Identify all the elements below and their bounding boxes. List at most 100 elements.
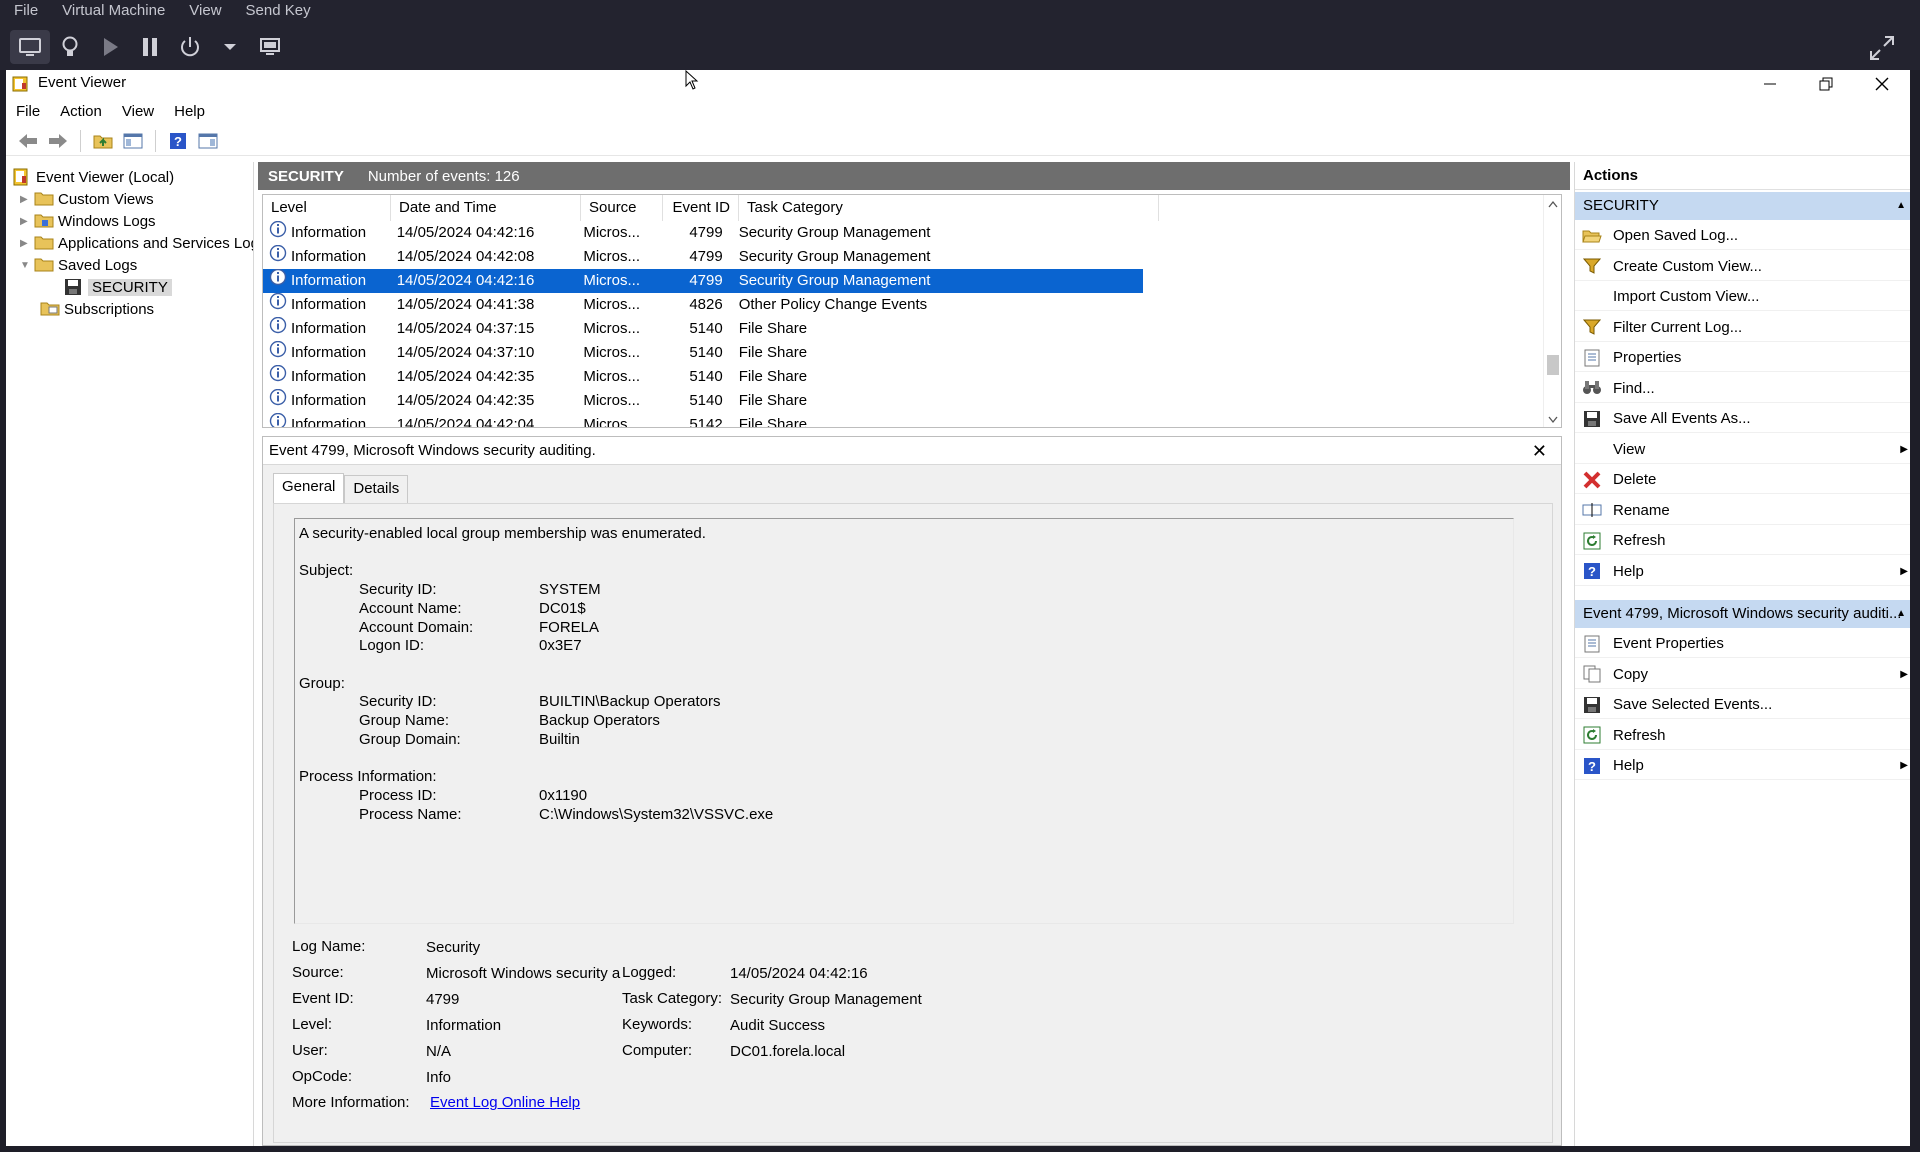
action-label: Delete [1613, 471, 1657, 488]
table-row[interactable]: Information 14/05/2024 04:37:15 Micros... 5… [263, 317, 1143, 341]
tree-item-subscriptions[interactable]: Subscriptions [40, 298, 154, 320]
description-intro: A security-enabled local group membershi… [299, 525, 706, 542]
minimize-button[interactable] [1742, 70, 1798, 98]
vm-host-bar: File Virtual Machine View Send Key [0, 0, 1920, 70]
table-row[interactable]: Information 14/05/2024 04:42:08 Micros... 4… [263, 245, 1143, 269]
table-row[interactable]: Information 14/05/2024 04:41:38 Micros... 4… [263, 293, 1143, 317]
restore-button[interactable] [1798, 70, 1854, 98]
show-hide-tree-icon[interactable] [119, 128, 147, 154]
table-row[interactable]: Information 14/05/2024 04:42:04 Micros... 5… [263, 413, 1143, 428]
subject-field: Logon ID: 0x3E7 [359, 637, 582, 655]
action-view[interactable]: View ▶ [1575, 436, 1910, 464]
column-event-id[interactable]: Event ID [663, 195, 739, 221]
menu-action[interactable]: Action [50, 100, 112, 124]
tree-item-applications-and-services-logs[interactable]: ▶ Applications and Services Logs [20, 232, 253, 254]
action-find[interactable]: Find... [1575, 375, 1910, 403]
table-row[interactable]: Information 14/05/2024 04:37:10 Micros... 5… [263, 341, 1143, 365]
actions-section-security[interactable]: SECURITY ▲ [1575, 192, 1910, 220]
table-row[interactable]: Information 14/05/2024 04:42:16 Micros... 4… [263, 269, 1143, 293]
action-label: Help [1613, 562, 1644, 580]
close-button[interactable] [1854, 70, 1910, 98]
toolbar: ? [6, 126, 1910, 156]
detail-title: Event 4799, Microsoft Windows security a… [269, 442, 596, 459]
vm-toolbar [10, 30, 290, 64]
action-import-custom-view[interactable]: Import Custom View... [1575, 283, 1910, 311]
tree-item-event-viewer-local[interactable]: Event Viewer (Local) [12, 166, 174, 188]
up-folder-icon[interactable] [89, 128, 117, 154]
vm-menu-view[interactable]: View [175, 0, 231, 22]
action-delete[interactable]: Delete [1575, 466, 1910, 494]
log-name: SECURITY [268, 167, 344, 185]
menu-view[interactable]: View [112, 100, 164, 124]
vm-menu-file[interactable]: File [0, 0, 48, 22]
table-row[interactable]: Information 14/05/2024 04:42:35 Micros... 5… [263, 365, 1143, 389]
horizontal-scrollbar[interactable] [6, 1138, 1566, 1146]
event-count: Number of events: 126 [367, 167, 520, 185]
column-source[interactable]: Source [581, 195, 663, 221]
vm-menu-virtual-machine[interactable]: Virtual Machine [48, 0, 175, 22]
close-icon[interactable]: ✕ [1532, 441, 1547, 462]
play-icon[interactable] [90, 30, 130, 64]
column-date-time[interactable]: Date and Time [391, 195, 581, 221]
tab-details[interactable]: Details [344, 475, 409, 503]
action-event-properties[interactable]: Event Properties [1575, 630, 1910, 658]
cell-task-category: Other Policy Change Events [738, 296, 928, 313]
action-label: Save All Events As... [1613, 410, 1751, 427]
show-hide-action-pane-icon[interactable] [194, 128, 222, 154]
chevron-down-icon[interactable]: ▼ [20, 260, 34, 271]
event-viewer-app-icon [12, 76, 28, 92]
menu-help[interactable]: Help [164, 100, 215, 124]
action-filter-current-log[interactable]: Filter Current Log... [1575, 314, 1910, 342]
column-level[interactable]: Level [263, 195, 391, 221]
screens-icon[interactable] [250, 30, 290, 64]
vm-menu-send-key[interactable]: Send Key [232, 0, 321, 22]
pause-icon[interactable] [130, 30, 170, 64]
table-row[interactable]: Information 14/05/2024 04:42:35 Micros... 5… [263, 389, 1143, 413]
table-row[interactable]: Information 14/05/2024 04:42:16 Micros... 4… [263, 221, 1143, 245]
action-save-selected-events[interactable]: Save Selected Events... [1575, 691, 1910, 719]
action-help[interactable]: ? Help ▶ [1575, 558, 1910, 586]
tree-item-custom-views[interactable]: ▶ Custom Views [20, 188, 154, 210]
cell-event-id: 5142 [689, 416, 723, 428]
help-icon: ? [1581, 756, 1603, 776]
tree-item-security-log[interactable]: SECURITY [64, 276, 172, 298]
menu-file[interactable]: File [6, 100, 50, 124]
lightbulb-icon[interactable] [50, 30, 90, 64]
back-arrow-icon[interactable] [14, 128, 42, 154]
navigation-tree: Event Viewer (Local) ▶ Custom Views ▶ Wi… [6, 162, 254, 1146]
actions-section-event[interactable]: Event 4799, Microsoft Windows security a… [1575, 600, 1910, 628]
center-pane: SECURITY Number of events: 126 Level Dat… [258, 162, 1570, 1146]
svg-text:?: ? [1588, 564, 1596, 579]
event-log-online-help-link[interactable]: Event Log Online Help [430, 1092, 580, 1114]
chevron-right-icon[interactable]: ▶ [20, 238, 34, 249]
action-properties[interactable]: Properties [1575, 344, 1910, 372]
tree-item-saved-logs[interactable]: ▼ Saved Logs [20, 254, 137, 276]
cell-task-category: Security Group Management [738, 248, 931, 265]
action-open-saved-log[interactable]: Open Saved Log... [1575, 222, 1910, 250]
chevron-right-icon[interactable]: ▶ [20, 216, 34, 227]
action-help[interactable]: ? Help ▶ [1575, 752, 1910, 780]
action-copy[interactable]: Copy ▶ [1575, 661, 1910, 689]
cell-source: Micros... [583, 224, 640, 241]
action-refresh[interactable]: Refresh [1575, 722, 1910, 750]
detail-header: Event 4799, Microsoft Windows security a… [263, 437, 1561, 465]
action-save-all-events-as[interactable]: Save All Events As... [1575, 405, 1910, 433]
action-rename[interactable]: Rename [1575, 497, 1910, 525]
subject-field: Security ID: SYSTEM [359, 581, 601, 599]
help-icon[interactable]: ? [164, 128, 192, 154]
dropdown-arrow-icon[interactable] [210, 30, 250, 64]
fullscreen-icon[interactable] [1868, 34, 1896, 62]
tab-general[interactable]: General [273, 473, 345, 503]
event-description[interactable]: A security-enabled local group membershi… [294, 518, 1514, 924]
column-task-category[interactable]: Task Category [739, 195, 1159, 221]
event-viewer-window: Event Viewer File Action View Help ? Eve… [6, 70, 1910, 1146]
chevron-right-icon[interactable]: ▶ [20, 194, 34, 205]
action-refresh[interactable]: Refresh [1575, 527, 1910, 555]
action-create-custom-view[interactable]: Create Custom View... [1575, 253, 1910, 281]
power-icon[interactable] [170, 30, 210, 64]
vertical-scrollbar[interactable] [1543, 195, 1561, 427]
cell-event-id: 4826 [689, 296, 723, 313]
forward-arrow-icon[interactable] [44, 128, 72, 154]
tree-item-windows-logs[interactable]: ▶ Windows Logs [20, 210, 156, 232]
monitor-icon[interactable] [10, 30, 50, 64]
